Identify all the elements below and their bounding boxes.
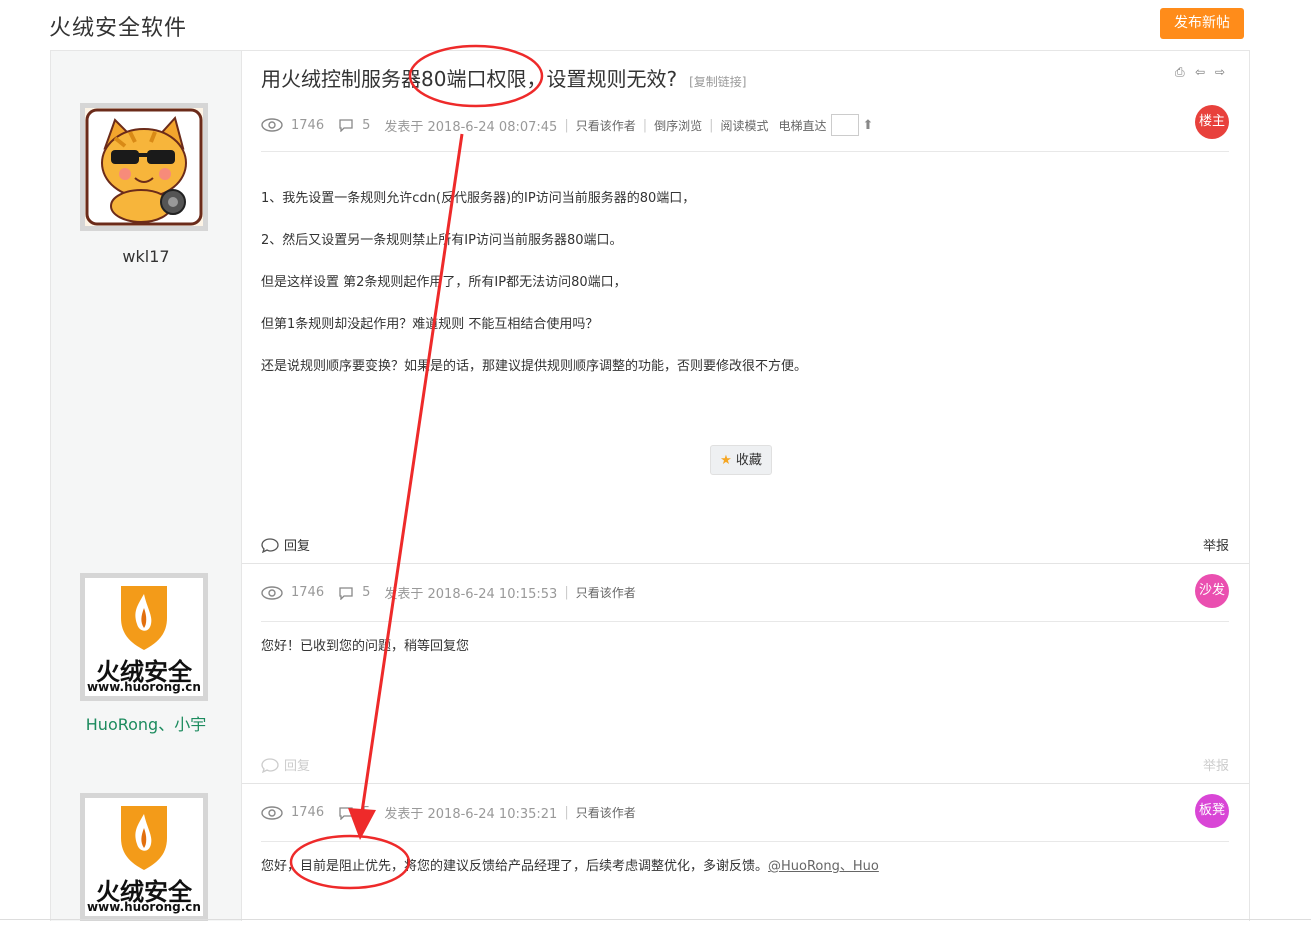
only-author-link[interactable]: 只看该作者 — [576, 804, 636, 821]
reply-button[interactable]: 回复 — [261, 535, 310, 554]
post-body: 1746 5 发表于 2018-6-24 10:15:53 | 只看该作者 沙发 … — [242, 563, 1249, 783]
print-icon[interactable]: ⎙ — [1175, 65, 1189, 79]
thread-title-text: 用火绒控制服务器80端口权限，设置规则无效? — [261, 67, 678, 91]
thread-container: wkl17 用火绒控制服务器80端口权限，设置规则无效? [复制链接] ⎙ ⇦ ⇨… — [50, 50, 1250, 921]
content-line: 但是这样设置 第2条规则起作用了，所有IP都无法访问80端口， — [261, 275, 627, 290]
page-bottom-border — [0, 919, 1311, 920]
report-link[interactable]: 举报 — [1203, 535, 1229, 554]
post-time: 发表于 2018-6-24 10:15:53 — [384, 587, 558, 602]
post-meta: 1746 5 发表于 2018-6-24 10:35:21 | 只看该作者 — [261, 803, 636, 822]
floor-badge: 板凳 — [1195, 794, 1229, 828]
post-1: wkl17 用火绒控制服务器80端口权限，设置规则无效? [复制链接] ⎙ ⇦ ⇨… — [51, 51, 1249, 564]
floor-jump-input[interactable] — [830, 114, 859, 136]
reply-label: 回复 — [284, 539, 311, 554]
author-sidebar: 火绒安全 www.huorong.cn HuoRong、小宇 — [51, 563, 242, 783]
reply-count: 5 — [362, 585, 371, 600]
post-time: 发表于 2018-6-24 10:35:21 — [384, 807, 558, 822]
read-mode-link[interactable]: 阅读模式 — [721, 117, 769, 134]
top-bar: 火绒安全软件 发布新帖 — [0, 0, 1311, 50]
post-time: 发表于 2018-6-24 08:07:45 — [384, 119, 558, 135]
comment-icon — [339, 806, 353, 820]
only-author-link[interactable]: 只看该作者 — [576, 584, 636, 601]
floor-badge: 楼主 — [1195, 105, 1229, 139]
content-line: 您好！已收到您的问题，稍等回复您 — [261, 639, 470, 654]
view-count: 1746 — [291, 117, 325, 133]
author-name[interactable]: wkl17 — [51, 247, 241, 266]
content-line: 2、然后又设置另一条规则禁止所有IP访问当前服务器80端口。 — [261, 233, 623, 248]
thread-title: 用火绒控制服务器80端口权限，设置规则无效? [复制链接] — [261, 63, 746, 92]
cat-avatar-image — [85, 108, 203, 226]
mention-link[interactable]: @HuoRong、Huo — [768, 859, 879, 874]
avatar[interactable]: 火绒安全 www.huorong.cn — [80, 793, 208, 921]
author-name[interactable]: HuoRong、小宇 — [51, 711, 241, 735]
reply-icon — [261, 537, 279, 553]
favorite-button[interactable]: ★ 收藏 — [710, 445, 772, 475]
post-body: 1746 5 发表于 2018-6-24 10:35:21 | 只看该作者 板凳 … — [242, 783, 1249, 921]
content-line: 1、我先设置一条规则允许cdn(反代服务器)的IP访问当前服务器的80端口， — [261, 191, 696, 206]
content-line: 还是说规则顺序要变换？如果是的话，那建议提供规则顺序调整的功能，否则要修改很不方… — [261, 359, 808, 374]
star-icon: ★ — [720, 453, 732, 468]
eye-icon — [261, 585, 283, 600]
copy-link[interactable]: [复制链接] — [689, 75, 746, 89]
reverse-order-link[interactable]: 倒序浏览 — [654, 117, 702, 134]
author-sidebar: wkl17 — [51, 51, 242, 563]
post-meta: 1746 5 发表于 2018-6-24 10:15:53 | 只看该作者 — [261, 583, 636, 602]
next-thread-icon[interactable]: ⇨ — [1215, 65, 1229, 79]
eye-icon — [261, 805, 283, 820]
elevator-label: 电梯直达 — [778, 118, 827, 133]
logo-url: www.huorong.cn — [87, 680, 201, 694]
reply-icon — [261, 757, 279, 773]
floor-badge: 沙发 — [1195, 574, 1229, 608]
prev-thread-icon[interactable]: ⇦ — [1195, 65, 1209, 79]
title-tools: ⎙ ⇦ ⇨ — [1175, 65, 1229, 79]
content-text: 您好，目前是阻止优先，将您的建议反馈给产品经理了，后续考虑调整优化，多谢反馈。 — [261, 859, 769, 874]
reply-count: 5 — [362, 805, 371, 820]
post-2: 火绒安全 www.huorong.cn HuoRong、小宇 1746 5 发表… — [51, 563, 1249, 784]
favorite-label: 收藏 — [735, 453, 762, 468]
reply-button[interactable]: 回复 — [261, 755, 310, 774]
post-meta: 1746 5 发表于 2018-6-24 08:07:45 | 只看该作者 | 倒序… — [261, 114, 873, 136]
post-body: 用火绒控制服务器80端口权限，设置规则无效? [复制链接] ⎙ ⇦ ⇨ 1746 … — [242, 51, 1249, 563]
reply-count: 5 — [362, 117, 371, 133]
site-title: 火绒安全软件 — [49, 16, 188, 41]
jump-icon[interactable]: ⬆ — [863, 118, 874, 133]
report-link[interactable]: 举报 — [1203, 755, 1229, 774]
eye-icon — [261, 118, 283, 132]
post-3: 火绒安全 www.huorong.cn 1746 5 发表于 2018-6-24… — [51, 783, 1249, 921]
content-line: 但第1条规则却没起作用？难道规则 不能互相结合使用吗？ — [261, 317, 599, 332]
view-count: 1746 — [291, 805, 325, 820]
content-line: 您好，目前是阻止优先，将您的建议反馈给产品经理了，后续考虑调整优化，多谢反馈。@… — [261, 855, 879, 874]
comment-icon — [339, 586, 353, 600]
new-post-button[interactable]: 发布新帖 — [1160, 8, 1244, 39]
avatar[interactable] — [80, 103, 208, 231]
only-author-link[interactable]: 只看该作者 — [576, 117, 636, 134]
reply-label: 回复 — [284, 759, 311, 774]
avatar[interactable]: 火绒安全 www.huorong.cn — [80, 573, 208, 701]
logo-url: www.huorong.cn — [87, 900, 201, 914]
view-count: 1746 — [291, 585, 325, 600]
author-sidebar: 火绒安全 www.huorong.cn — [51, 783, 242, 921]
comment-icon — [339, 119, 353, 132]
